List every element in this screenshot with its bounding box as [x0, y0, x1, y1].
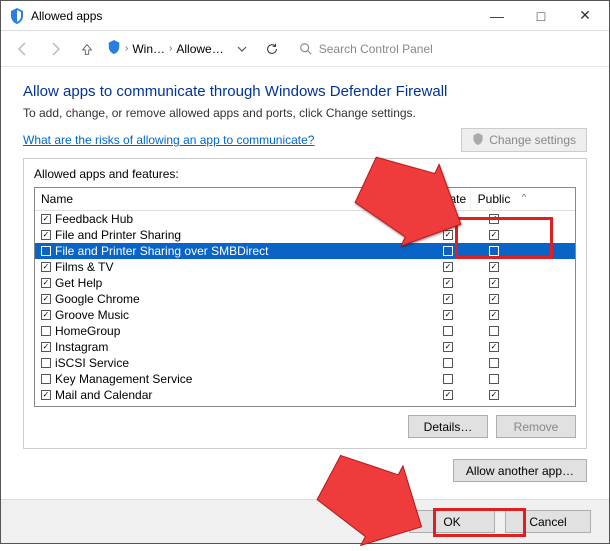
title-bar: Allowed apps — □ ✕ [1, 1, 609, 31]
enable-checkbox[interactable] [41, 342, 51, 352]
search-input[interactable]: Search Control Panel [292, 37, 599, 61]
column-name[interactable]: Name [35, 188, 425, 210]
table-row[interactable]: Films & TV [35, 259, 575, 275]
risk-link[interactable]: What are the risks of allowing an app to… [23, 133, 314, 147]
private-checkbox[interactable] [443, 246, 453, 256]
enable-checkbox[interactable] [41, 390, 51, 400]
shield-small-icon [107, 40, 121, 57]
private-checkbox[interactable] [443, 358, 453, 368]
app-name-label: Feedback Hub [55, 212, 133, 226]
table-row[interactable]: Key Management Service [35, 371, 575, 387]
table-row[interactable]: Google Chrome [35, 291, 575, 307]
private-checkbox[interactable] [443, 278, 453, 288]
public-checkbox[interactable] [489, 390, 499, 400]
enable-checkbox[interactable] [41, 262, 51, 272]
breadcrumb-dropdown[interactable] [232, 39, 252, 59]
app-name-label: Google Chrome [55, 292, 140, 306]
enable-checkbox[interactable] [41, 278, 51, 288]
enable-checkbox[interactable] [41, 374, 51, 384]
public-checkbox[interactable] [489, 262, 499, 272]
remove-button: Remove [496, 415, 576, 438]
table-row[interactable]: Instagram [35, 339, 575, 355]
back-button[interactable] [11, 37, 35, 61]
column-public[interactable]: Public [471, 188, 517, 210]
enable-checkbox[interactable] [41, 358, 51, 368]
public-checkbox[interactable] [489, 230, 499, 240]
search-placeholder: Search Control Panel [319, 42, 433, 56]
breadcrumb[interactable]: › Win… › Allowe… [107, 40, 224, 57]
window-title: Allowed apps [31, 9, 102, 23]
details-button[interactable]: Details… [408, 415, 488, 438]
cancel-button[interactable]: Cancel [505, 510, 591, 533]
chevron-right-icon: › [125, 43, 128, 54]
minimize-button[interactable]: — [475, 1, 519, 31]
close-button[interactable]: ✕ [563, 1, 607, 31]
enable-checkbox[interactable] [41, 294, 51, 304]
private-checkbox[interactable] [443, 294, 453, 304]
allow-another-app-button[interactable]: Allow another app… [453, 459, 587, 482]
app-name-label: Instagram [55, 340, 108, 354]
search-icon [299, 42, 313, 56]
app-name-label: Films & TV [55, 260, 113, 274]
table-row[interactable]: Mail and Calendar [35, 387, 575, 403]
page-heading: Allow apps to communicate through Window… [23, 83, 587, 100]
column-scroll-up-icon[interactable]: ^ [517, 188, 531, 210]
breadcrumb-item[interactable]: Win… [132, 42, 165, 56]
app-name-label: iSCSI Service [55, 356, 129, 370]
table-row[interactable]: File and Printer Sharing [35, 227, 575, 243]
public-checkbox[interactable] [489, 246, 499, 256]
private-checkbox[interactable] [443, 230, 453, 240]
ok-button[interactable]: OK [409, 510, 495, 533]
column-private[interactable]: Private [425, 188, 471, 210]
change-settings-button[interactable]: Change settings [461, 128, 587, 152]
nav-bar: › Win… › Allowe… Search Control Panel [1, 31, 609, 67]
private-checkbox[interactable] [443, 342, 453, 352]
private-checkbox[interactable] [443, 310, 453, 320]
chevron-right-icon: › [169, 43, 172, 54]
enable-checkbox[interactable] [41, 326, 51, 336]
app-name-label: File and Printer Sharing over SMBDirect [55, 244, 268, 258]
table-row[interactable]: HomeGroup [35, 323, 575, 339]
app-name-label: Key Management Service [55, 372, 192, 386]
public-checkbox[interactable] [489, 294, 499, 304]
public-checkbox[interactable] [489, 278, 499, 288]
table-row[interactable]: File and Printer Sharing over SMBDirect [35, 243, 575, 259]
enable-checkbox[interactable] [41, 310, 51, 320]
public-checkbox[interactable] [489, 214, 499, 224]
group-title: Allowed apps and features: [34, 167, 576, 181]
refresh-button[interactable] [260, 37, 284, 61]
enable-checkbox[interactable] [41, 230, 51, 240]
enable-checkbox[interactable] [41, 214, 51, 224]
dialog-button-bar: OK Cancel [1, 499, 609, 543]
app-list[interactable]: Name Private Public ^ Feedback Hub File a… [34, 187, 576, 407]
private-checkbox[interactable] [443, 214, 453, 224]
app-name-label: HomeGroup [55, 324, 120, 338]
app-name-label: File and Printer Sharing [55, 228, 181, 242]
shield-icon [9, 8, 25, 24]
private-checkbox[interactable] [443, 374, 453, 384]
table-row[interactable]: Feedback Hub [35, 211, 575, 227]
public-checkbox[interactable] [489, 342, 499, 352]
public-checkbox[interactable] [489, 374, 499, 384]
forward-button[interactable] [43, 37, 67, 61]
enable-checkbox[interactable] [41, 246, 51, 256]
public-checkbox[interactable] [489, 358, 499, 368]
table-row[interactable]: Get Help [35, 275, 575, 291]
public-checkbox[interactable] [489, 310, 499, 320]
table-row[interactable]: iSCSI Service [35, 355, 575, 371]
up-button[interactable] [75, 37, 99, 61]
app-name-label: Get Help [55, 276, 102, 290]
shield-grey-icon [472, 133, 484, 148]
private-checkbox[interactable] [443, 262, 453, 272]
maximize-button[interactable]: □ [519, 1, 563, 31]
page-subtext: To add, change, or remove allowed apps a… [23, 106, 587, 120]
private-checkbox[interactable] [443, 326, 453, 336]
table-row[interactable]: Groove Music [35, 307, 575, 323]
private-checkbox[interactable] [443, 390, 453, 400]
allowed-apps-groupbox: Allowed apps and features: Name Private … [23, 158, 587, 449]
public-checkbox[interactable] [489, 326, 499, 336]
breadcrumb-item[interactable]: Allowe… [176, 42, 223, 56]
app-name-label: Mail and Calendar [55, 388, 152, 402]
app-name-label: Groove Music [55, 308, 129, 322]
